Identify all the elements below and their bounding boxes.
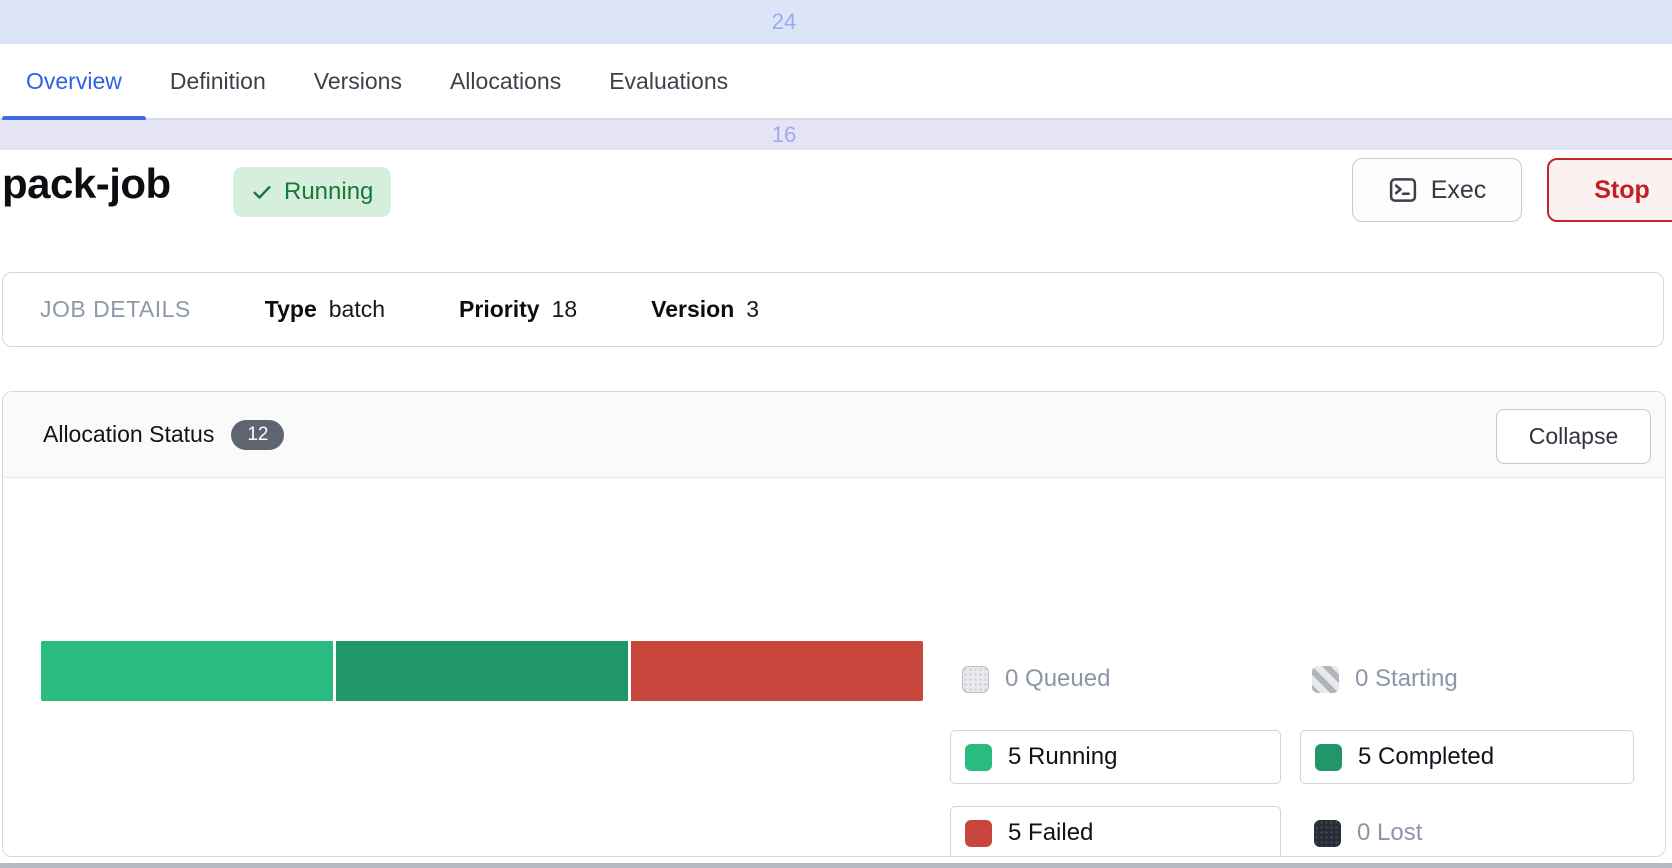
allocation-count-badge: 12 [231, 420, 284, 450]
legend-lost-label: 0 Lost [1357, 819, 1422, 847]
job-field-type: Type batch [265, 296, 385, 323]
failed-swatch-icon [965, 820, 992, 847]
allocation-status-title: Allocation Status [43, 421, 214, 448]
job-field-type-label: Type [265, 296, 317, 323]
legend-item-completed[interactable]: 5 Completed [1300, 730, 1634, 784]
status-badge: Running [233, 167, 391, 217]
job-overview-page: 24 Overview Definition Versions Allocati… [0, 0, 1672, 868]
tab-definition[interactable]: Definition [146, 44, 290, 118]
job-details-section-label: JOB DETAILS [40, 296, 191, 323]
starting-swatch-icon [1312, 666, 1339, 693]
legend-item-queued: 0 Queued [962, 661, 1110, 697]
job-field-type-value: batch [329, 296, 385, 323]
job-field-version: Version 3 [651, 296, 759, 323]
allocation-stacked-bar [41, 641, 923, 701]
tab-overview[interactable]: Overview [2, 44, 146, 118]
collapse-button-label: Collapse [1529, 423, 1619, 450]
legend-item-failed[interactable]: 5 Failed [950, 806, 1281, 857]
legend-completed-label: 5 Completed [1358, 743, 1494, 771]
legend-item-starting: 0 Starting [1312, 661, 1458, 697]
job-field-priority: Priority 18 [459, 296, 577, 323]
allocation-chart-body: 0 Queued 0 Starting 5 Running 5 Complete… [3, 478, 1665, 856]
allocation-status-header: Allocation Status 12 Collapse [3, 392, 1665, 478]
legend-item-running[interactable]: 5 Running [950, 730, 1281, 784]
legend-item-lost: 0 Lost [1314, 815, 1422, 851]
exec-button-label: Exec [1431, 176, 1487, 205]
tab-versions[interactable]: Versions [290, 44, 426, 118]
spacing-annotation-top-value: 24 [0, 0, 1568, 44]
spacing-annotation-top: 24 [0, 0, 1672, 44]
queued-swatch-icon [962, 666, 989, 693]
status-badge-label: Running [284, 178, 373, 206]
legend-failed-label: 5 Failed [1008, 819, 1093, 847]
tab-allocations[interactable]: Allocations [426, 44, 585, 118]
job-field-version-label: Version [651, 296, 734, 323]
spacing-annotation-below-tabs-value: 16 [0, 120, 1568, 150]
bar-segment-running[interactable] [41, 641, 333, 701]
bar-segment-completed[interactable] [336, 641, 628, 701]
job-field-priority-label: Priority [459, 296, 540, 323]
collapse-button[interactable]: Collapse [1496, 409, 1651, 464]
terminal-icon [1388, 175, 1418, 205]
lost-swatch-icon [1314, 820, 1341, 847]
running-swatch-icon [965, 744, 992, 771]
completed-swatch-icon [1315, 744, 1342, 771]
legend-starting-label: 0 Starting [1355, 665, 1458, 693]
job-field-version-value: 3 [746, 296, 759, 323]
page-title: pack-job [2, 160, 171, 208]
allocation-status-panel: Allocation Status 12 Collapse 0 Queued [2, 391, 1666, 857]
job-field-priority-value: 18 [552, 296, 578, 323]
stop-button[interactable]: Stop [1547, 158, 1672, 222]
legend-queued-label: 0 Queued [1005, 665, 1110, 693]
check-icon [251, 181, 273, 203]
spacing-annotation-below-tabs: 16 [0, 120, 1672, 150]
job-tabbar: Overview Definition Versions Allocations… [0, 44, 1672, 120]
tab-evaluations[interactable]: Evaluations [585, 44, 752, 118]
exec-button[interactable]: Exec [1352, 158, 1522, 222]
job-details-panel: JOB DETAILS Type batch Priority 18 Versi… [2, 272, 1664, 347]
bottom-divider [0, 863, 1672, 868]
bar-segment-failed[interactable] [631, 641, 923, 701]
legend-running-label: 5 Running [1008, 743, 1117, 771]
stop-button-label: Stop [1594, 176, 1650, 205]
